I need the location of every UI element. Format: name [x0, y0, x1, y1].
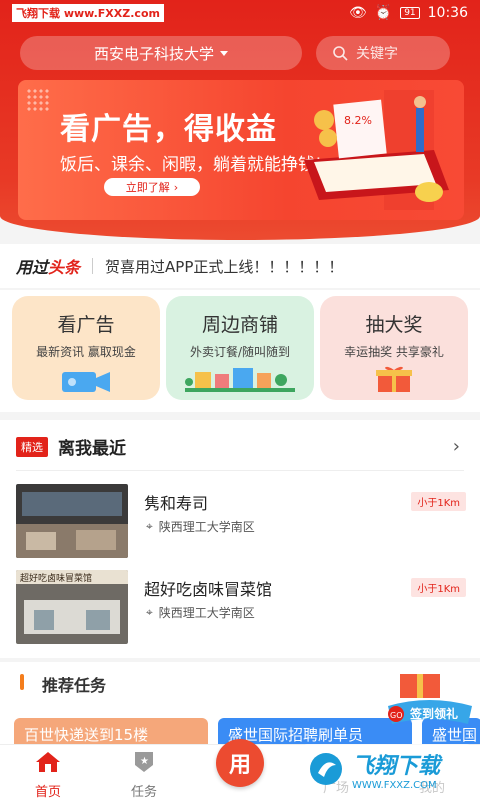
learn-more-button[interactable]: 立即了解 › — [104, 178, 200, 196]
tab-home[interactable]: 首页 — [8, 751, 88, 800]
school-name: 西安电子科技大学 — [93, 44, 214, 63]
nearby-section: 精选 离我最近 › 隽和寿司 ⌖ 陕西理工大学南区 小于1Km 超好吃卤味冒菜馆 … — [0, 420, 480, 658]
phone-illustration: 8.2% — [304, 90, 449, 210]
rate-label: 8.2% — [344, 114, 372, 127]
section-title: 离我最近 — [58, 439, 126, 459]
card-nearby-shops[interactable]: 周边商铺 外卖订餐/随叫随到 — [166, 296, 314, 400]
location-pin-icon: ⌖ — [146, 519, 153, 533]
chevron-right-icon: › — [173, 180, 179, 194]
video-camera-icon — [62, 372, 110, 392]
sign-in-gift-promo[interactable]: GO 签到领礼 — [382, 672, 476, 730]
alarm-icon: ⏰ — [374, 5, 393, 21]
bottom-tab-bar: 首页 ★ 任务 用 广场 我的 飞翔下载 WWW.FXXZ.COM — [0, 739, 480, 800]
location-pin-icon: ⌖ — [146, 605, 153, 619]
battery-icon: 91 — [400, 7, 420, 19]
svg-text:GO: GO — [390, 711, 403, 720]
headline-bar[interactable]: 用过头条 贺喜用过APP正式上线！！！！！！ — [0, 244, 480, 288]
headline-logo: 用过头条 — [16, 258, 81, 277]
shop-sign: 超好吃卤味冒菜馆 — [20, 572, 92, 584]
card-watch-ads[interactable]: 看广告 最新资讯 赢取现金 — [12, 296, 160, 400]
promo-banner[interactable]: 看广告，得收益 饭后、课余、闲暇，躺着就能挣钱! 立即了解 › 8.2% — [18, 80, 464, 220]
school-selector[interactable]: 西安电子科技大学 — [20, 36, 302, 70]
category-cards: 看广告 最新资讯 赢取现金 周边商铺 外卖订餐/随叫随到 抽大奖 幸运抽奖 共享… — [0, 290, 480, 412]
chevron-right-icon[interactable]: › — [453, 436, 460, 457]
search-placeholder: 关键字 — [356, 46, 398, 62]
shop-thumbnail — [16, 484, 128, 558]
list-item[interactable]: 隽和寿司 ⌖ 陕西理工大学南区 小于1Km — [16, 484, 466, 558]
card-lucky-draw[interactable]: 抽大奖 幸运抽奖 共享豪礼 — [320, 296, 468, 400]
svg-text:签到领礼: 签到领礼 — [409, 706, 458, 721]
caret-down-icon — [220, 50, 228, 56]
distance-badge: 小于1Km — [411, 578, 466, 597]
section-title: 推荐任务 — [42, 676, 107, 695]
task-shield-icon: ★ — [135, 752, 153, 772]
banner-title: 看广告，得收益 — [60, 112, 277, 147]
distance-badge: 小于1Km — [411, 492, 466, 511]
shop-thumbnail: 超好吃卤味冒菜馆 — [16, 570, 128, 644]
headline-text: 贺喜用过APP正式上线！！！！！！ — [105, 257, 344, 276]
list-item[interactable]: 超好吃卤味冒菜馆 超好吃卤味冒菜馆 ⌖ 陕西理工大学南区 小于1Km — [16, 570, 466, 644]
watermark-logo-icon — [310, 753, 342, 785]
shops-icon — [185, 368, 295, 392]
search-icon — [333, 46, 348, 61]
status-bar: 飞翔下载 www.FXXZ.com 👁 ⏰ 91 10:36 — [0, 0, 480, 26]
status-time: 10:36 — [427, 5, 468, 21]
watermark-label: 飞翔下载 www.FXXZ.com — [12, 4, 164, 22]
tab-task[interactable]: ★ 任务 — [104, 751, 184, 800]
search-input[interactable]: 关键字 — [316, 36, 450, 70]
watermark-overlay: 飞翔下载 WWW.FXXZ.COM — [302, 744, 472, 794]
gift-icon — [376, 366, 412, 392]
center-use-button[interactable]: 用 — [216, 739, 264, 787]
svg-text:★: ★ — [140, 756, 149, 767]
dots-decoration — [26, 88, 50, 112]
eye-icon: 👁 — [348, 5, 367, 21]
featured-tag: 精选 — [16, 436, 48, 457]
home-icon — [36, 752, 60, 772]
